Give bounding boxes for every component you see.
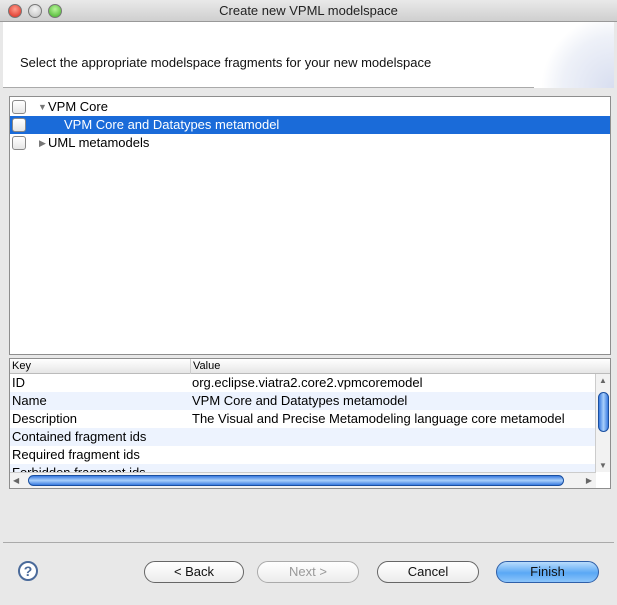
tree-item-vpm-core-datatypes[interactable]: VPM Core and Datatypes metamodel: [10, 116, 610, 134]
row-key: ID: [12, 375, 25, 390]
row-key: Required fragment ids: [12, 447, 140, 462]
vertical-scrollbar[interactable]: ▲ ▼: [595, 374, 610, 472]
table-header: Key Value: [10, 359, 610, 374]
vertical-scroll-thumb[interactable]: [598, 392, 609, 432]
close-window-icon[interactable]: [8, 4, 22, 18]
table-row[interactable]: ID org.eclipse.viatra2.core2.vpmcoremodel: [10, 374, 596, 392]
row-key: Name: [12, 393, 47, 408]
table-row[interactable]: Required fragment ids: [10, 446, 596, 464]
checkbox[interactable]: [12, 118, 26, 132]
button-bar-separator: [3, 542, 614, 543]
wizard-header: Select the appropriate modelspace fragme…: [3, 22, 614, 88]
scroll-up-icon[interactable]: ▲: [599, 376, 607, 385]
column-header-key[interactable]: Key: [12, 359, 31, 374]
zoom-window-icon[interactable]: [48, 4, 62, 18]
tree-item-label: VPM Core and Datatypes metamodel: [64, 117, 280, 132]
back-button[interactable]: < Back: [144, 561, 244, 583]
tree-item-label: VPM Core: [48, 99, 108, 114]
tree-item-label: UML metamodels: [48, 135, 150, 150]
row-value: org.eclipse.viatra2.core2.vpmcoremodel: [192, 375, 423, 390]
scroll-down-icon[interactable]: ▼: [599, 461, 607, 470]
checkbox[interactable]: [12, 100, 26, 114]
help-icon[interactable]: ?: [18, 561, 38, 581]
table-row[interactable]: Name VPM Core and Datatypes metamodel: [10, 392, 596, 410]
table-row[interactable]: Contained fragment ids: [10, 428, 596, 446]
header-decoration: [534, 22, 614, 88]
finish-button[interactable]: Finish: [496, 561, 599, 583]
header-message: Select the appropriate modelspace fragme…: [20, 55, 432, 70]
minimize-window-icon[interactable]: [28, 4, 42, 18]
row-value: VPM Core and Datatypes metamodel: [192, 393, 408, 408]
collapsed-triangle-icon[interactable]: ▶: [39, 134, 46, 152]
horizontal-scroll-thumb[interactable]: [28, 475, 564, 486]
title-bar: Create new VPML modelspace: [0, 0, 617, 22]
tree-item-vpm-core[interactable]: ▼ VPM Core: [10, 98, 610, 116]
scroll-left-icon[interactable]: ◀: [13, 476, 19, 485]
scroll-right-icon[interactable]: ▶: [586, 476, 592, 485]
fragment-tree[interactable]: ▼ VPM Core VPM Core and Datatypes metamo…: [9, 96, 611, 355]
expanded-triangle-icon[interactable]: ▼: [38, 98, 47, 116]
window-title: Create new VPML modelspace: [219, 3, 398, 18]
row-key: Description: [12, 411, 78, 426]
checkbox[interactable]: [12, 136, 26, 150]
properties-table: Key Value ID org.eclipse.viatra2.core2.vp…: [9, 358, 611, 489]
cancel-button[interactable]: Cancel: [377, 561, 479, 583]
table-row[interactable]: Description The Visual and Precise Metamo…: [10, 410, 596, 428]
next-button: Next >: [257, 561, 359, 583]
horizontal-scrollbar[interactable]: ◀ ▶: [10, 472, 596, 488]
row-key: Contained fragment ids: [12, 429, 147, 444]
row-value: The Visual and Precise Metamodeling lang…: [192, 411, 565, 426]
tree-item-uml-metamodels[interactable]: ▶ UML metamodels: [10, 134, 610, 152]
column-header-value[interactable]: Value: [190, 359, 220, 374]
